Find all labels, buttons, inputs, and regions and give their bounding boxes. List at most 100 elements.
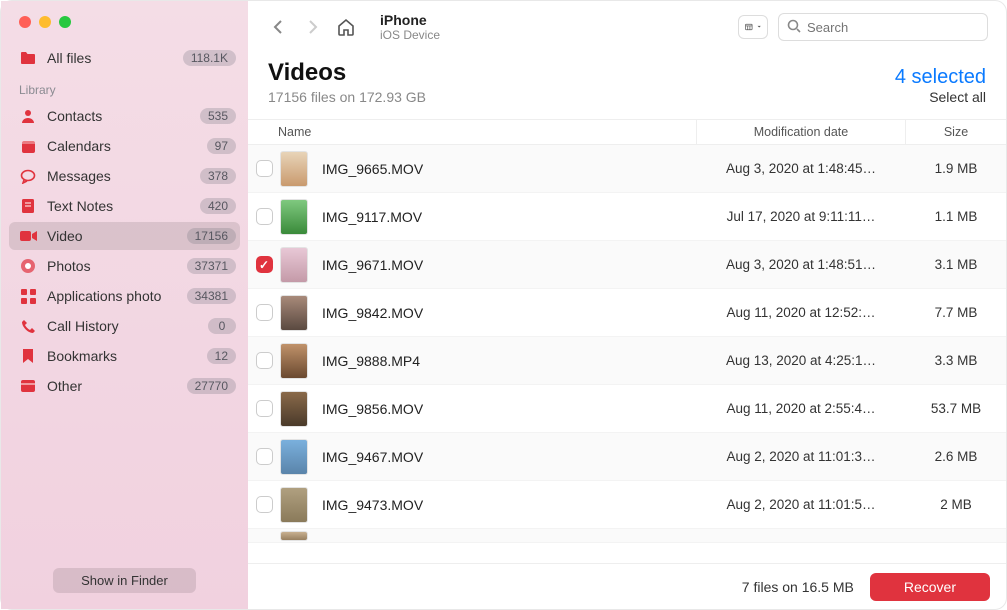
sidebar: All files 118.1K Library Contacts 535 Ca… (1, 1, 248, 609)
back-button[interactable] (266, 15, 290, 39)
search-icon (787, 19, 801, 36)
row-checkbox[interactable] (248, 448, 280, 465)
file-name: IMG_9842.MOV (322, 305, 696, 321)
table-row[interactable]: IMG_9473.MOVAug 2, 2020 at 11:01:5…2 MB (248, 481, 1006, 529)
sidebar-label: Video (47, 228, 187, 244)
sidebar-badge: 34381 (187, 288, 236, 304)
sidebar-label: Contacts (47, 108, 200, 124)
file-size: 7.7 MB (906, 305, 1006, 320)
sidebar-item-calendars[interactable]: Calendars 97 (1, 132, 248, 160)
file-date: Aug 11, 2020 at 2:55:4… (696, 401, 906, 416)
page-subtitle: 17156 files on 172.93 GB (268, 89, 895, 105)
row-checkbox[interactable] (248, 496, 280, 513)
search-field[interactable] (778, 13, 988, 41)
other-icon (19, 377, 37, 395)
contact-icon (19, 107, 37, 125)
file-size: 1.1 MB (906, 209, 1006, 224)
thumbnail (280, 439, 308, 475)
page-title: Videos (268, 59, 895, 87)
row-checkbox[interactable]: ✓ (248, 256, 280, 273)
folder-icon (19, 49, 37, 67)
file-name: IMG_9888.MP4 (322, 353, 696, 369)
table-row[interactable] (248, 529, 1006, 543)
file-date: Aug 13, 2020 at 4:25:1… (696, 353, 906, 368)
table-row[interactable]: IMG_9842.MOVAug 11, 2020 at 12:52:…7.7 M… (248, 289, 1006, 337)
sidebar-label: Other (47, 378, 187, 394)
file-name: IMG_9665.MOV (322, 161, 696, 177)
sidebar-label: Bookmarks (47, 348, 207, 364)
sidebar-item-bookmarks[interactable]: Bookmarks 12 (1, 342, 248, 370)
file-date: Aug 3, 2020 at 1:48:51… (696, 257, 906, 272)
close-dot[interactable] (19, 16, 31, 28)
sidebar-item-appphotos[interactable]: Applications photo 34381 (1, 282, 248, 310)
sidebar-label: All files (47, 50, 183, 66)
select-all-button[interactable]: Select all (895, 89, 986, 105)
col-name[interactable]: Name (248, 125, 696, 139)
selected-count: 4 selected (895, 66, 986, 89)
file-size: 2.6 MB (906, 449, 1006, 464)
sidebar-footer: Show in Finder (1, 556, 248, 609)
table-row[interactable]: IMG_9117.MOVJul 17, 2020 at 9:11:11…1.1 … (248, 193, 1006, 241)
sidebar-badge: 378 (200, 168, 236, 184)
file-name: IMG_9473.MOV (322, 497, 696, 513)
file-size: 2 MB (906, 497, 1006, 512)
sidebar-item-allfiles[interactable]: All files 118.1K (1, 44, 248, 72)
sidebar-item-callhistory[interactable]: Call History 0 (1, 312, 248, 340)
col-date[interactable]: Modification date (696, 120, 906, 144)
sidebar-item-photos[interactable]: Photos 37371 (1, 252, 248, 280)
video-icon (19, 227, 37, 245)
minimize-dot[interactable] (39, 16, 51, 28)
sidebar-item-messages[interactable]: Messages 378 (1, 162, 248, 190)
sidebar-section-library: Library (1, 73, 248, 101)
chevron-down-icon (757, 24, 761, 30)
file-name: IMG_9856.MOV (322, 401, 696, 417)
sidebar-label: Messages (47, 168, 200, 184)
thumbnail (280, 151, 308, 187)
sidebar-item-video[interactable]: Video 17156 (9, 222, 240, 250)
table-row[interactable]: IMG_9856.MOVAug 11, 2020 at 2:55:4…53.7 … (248, 385, 1006, 433)
table-row[interactable]: IMG_9665.MOVAug 3, 2020 at 1:48:45…1.9 M… (248, 145, 1006, 193)
bottom-bar: 7 files on 16.5 MB Recover (248, 563, 1006, 609)
sidebar-badge: 420 (200, 198, 236, 214)
device-title: iPhone (380, 12, 440, 28)
home-button[interactable] (334, 15, 358, 39)
forward-button[interactable] (300, 15, 324, 39)
sidebar-badge: 37371 (187, 258, 236, 274)
table-row[interactable]: IMG_9888.MP4Aug 13, 2020 at 4:25:1…3.3 M… (248, 337, 1006, 385)
zoom-dot[interactable] (59, 16, 71, 28)
table-row[interactable]: ✓IMG_9671.MOVAug 3, 2020 at 1:48:51…3.1 … (248, 241, 1006, 289)
bookmark-icon (19, 347, 37, 365)
thumbnail (280, 295, 308, 331)
phone-icon (19, 317, 37, 335)
sidebar-label: Text Notes (47, 198, 200, 214)
toolbar: iPhone iOS Device (248, 1, 1006, 53)
row-checkbox[interactable] (248, 352, 280, 369)
view-mode-button[interactable] (738, 15, 768, 39)
sidebar-item-contacts[interactable]: Contacts 535 (1, 102, 248, 130)
row-checkbox[interactable] (248, 160, 280, 177)
search-input[interactable] (807, 20, 983, 35)
content-heading: Videos 17156 files on 172.93 GB 4 select… (248, 53, 1006, 109)
thumbnail (280, 343, 308, 379)
row-checkbox[interactable] (248, 208, 280, 225)
show-in-finder-button[interactable]: Show in Finder (53, 568, 196, 593)
thumbnail (280, 247, 308, 283)
selection-status: 7 files on 16.5 MB (742, 579, 854, 595)
col-size[interactable]: Size (906, 125, 1006, 139)
file-size: 53.7 MB (906, 401, 1006, 416)
file-list[interactable]: IMG_9665.MOVAug 3, 2020 at 1:48:45…1.9 M… (248, 145, 1006, 563)
note-icon (19, 197, 37, 215)
sidebar-badge: 12 (207, 348, 236, 364)
sidebar-item-textnotes[interactable]: Text Notes 420 (1, 192, 248, 220)
file-date: Aug 3, 2020 at 1:48:45… (696, 161, 906, 176)
recover-button[interactable]: Recover (870, 573, 990, 601)
row-checkbox[interactable] (248, 304, 280, 321)
sidebar-label: Calendars (47, 138, 207, 154)
row-checkbox[interactable] (248, 400, 280, 417)
sidebar-badge: 118.1K (183, 50, 236, 66)
sidebar-item-other[interactable]: Other 27770 (1, 372, 248, 400)
file-date: Aug 2, 2020 at 11:01:5… (696, 497, 906, 512)
file-date: Aug 2, 2020 at 11:01:3… (696, 449, 906, 464)
table-row[interactable]: IMG_9467.MOVAug 2, 2020 at 11:01:3…2.6 M… (248, 433, 1006, 481)
file-size: 3.3 MB (906, 353, 1006, 368)
